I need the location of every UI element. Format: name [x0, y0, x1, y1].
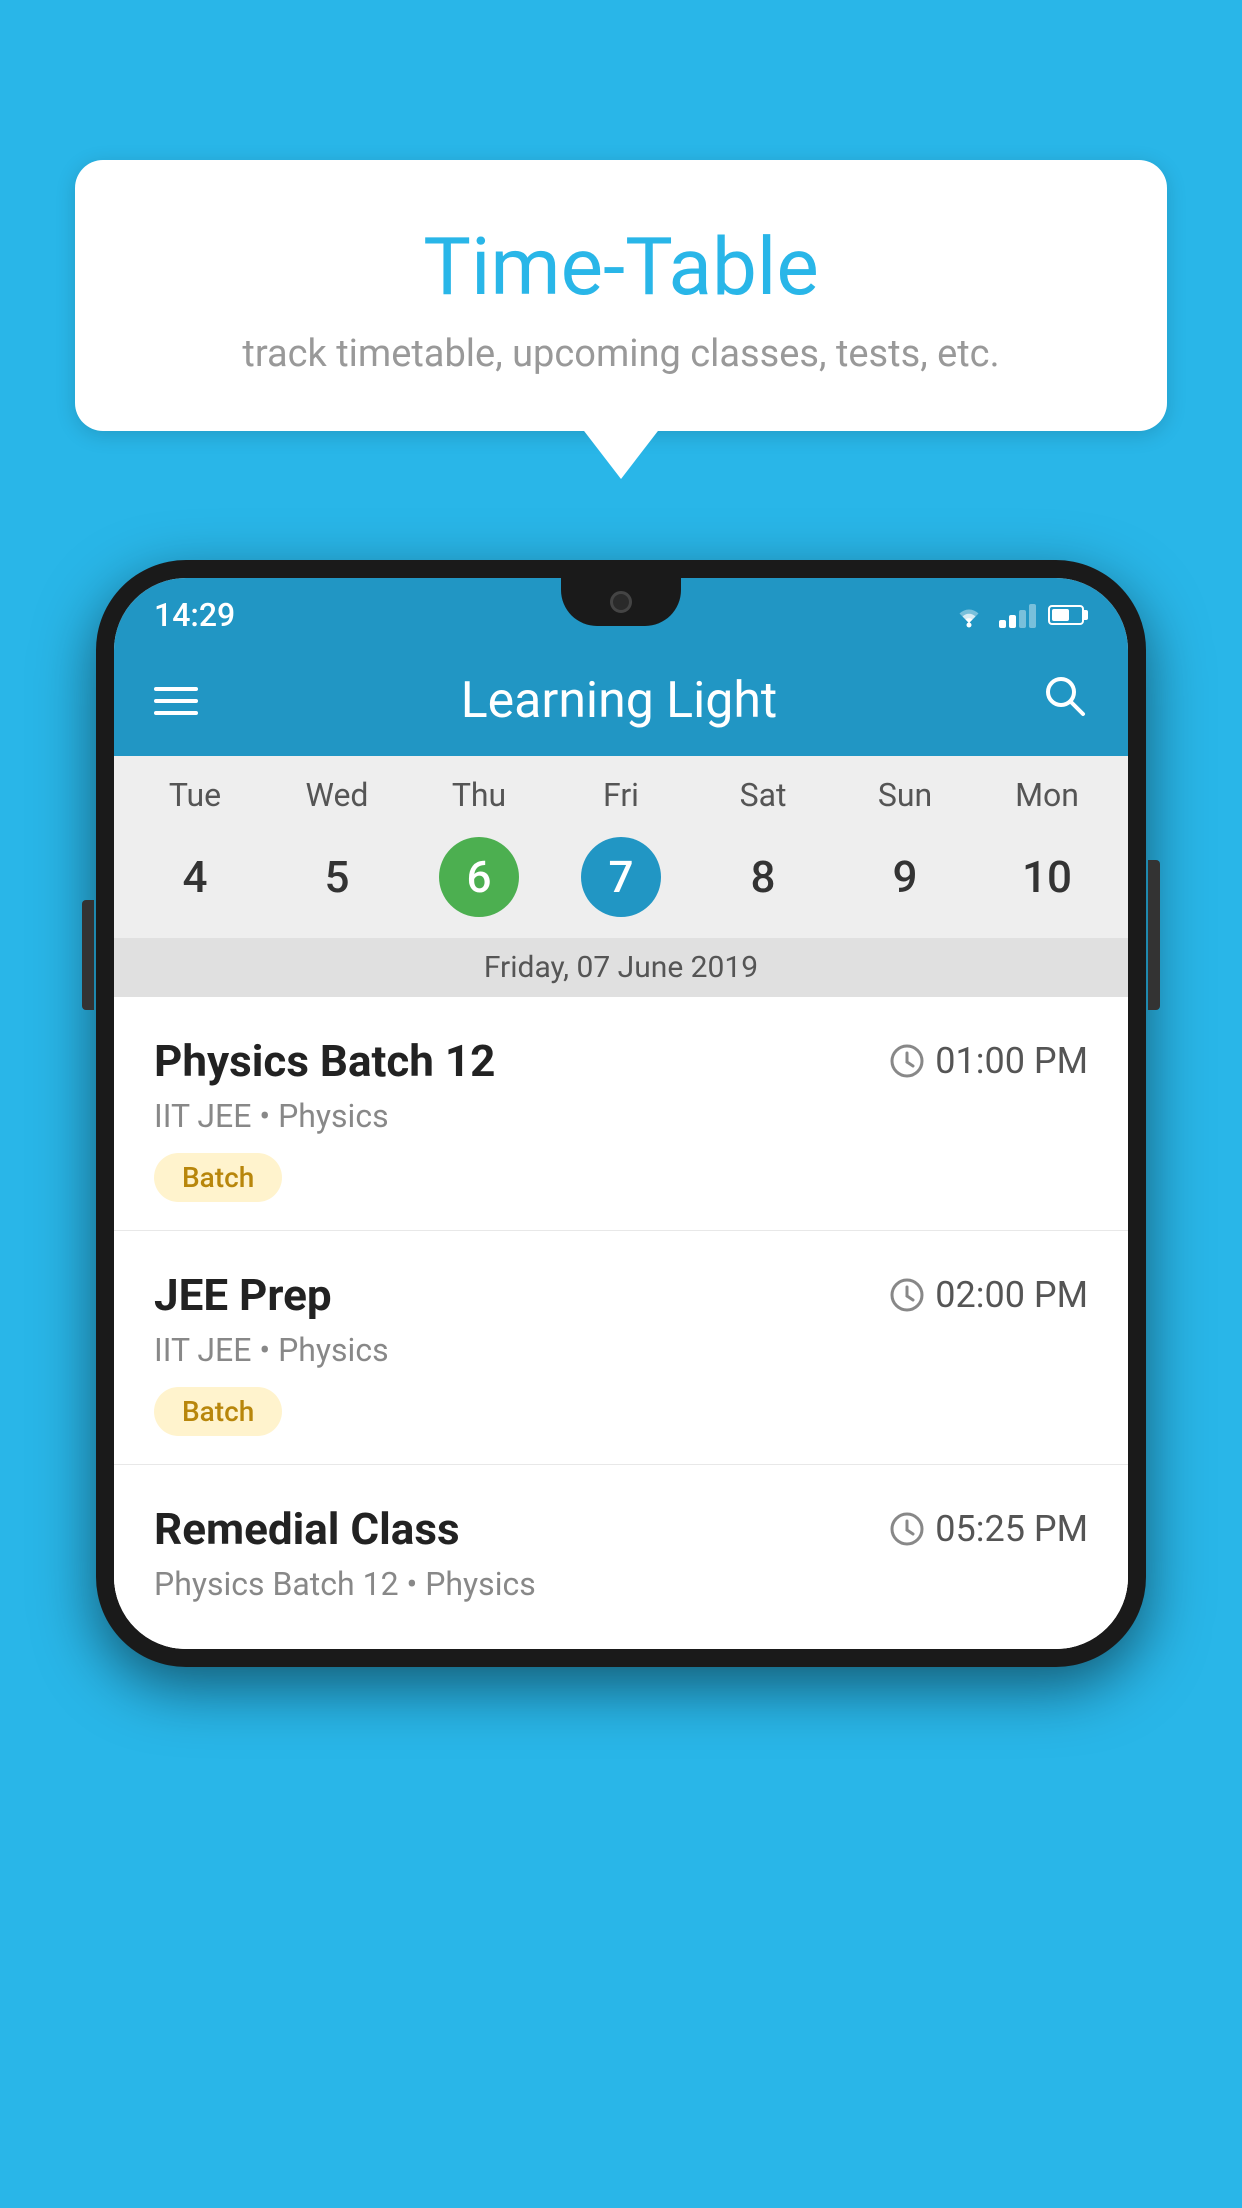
- day-label-wed: Wed: [266, 776, 408, 814]
- speech-bubble: Time-Table track timetable, upcoming cla…: [75, 160, 1167, 431]
- wifi-icon: [951, 601, 987, 629]
- battery-icon: [1048, 605, 1088, 625]
- day-label-mon: Mon: [976, 776, 1118, 814]
- date-cell-4[interactable]: 4: [124, 832, 266, 922]
- class-item-header-3: Remedial Class 05:25 PM: [154, 1503, 1088, 1555]
- date-cell-6[interactable]: 6: [408, 832, 550, 922]
- class-item-header-1: Physics Batch 12 01:00 PM: [154, 1035, 1088, 1087]
- day-label-fri: Fri: [550, 776, 692, 814]
- class-meta-1: IIT JEE • Physics: [154, 1097, 1088, 1135]
- app-title: Learning Light: [461, 672, 778, 730]
- class-item-physics-batch-12[interactable]: Physics Batch 12 01:00 PM IIT JEE • Phys…: [114, 997, 1128, 1231]
- app-bar: Learning Light: [114, 646, 1128, 756]
- batch-badge-2: Batch: [154, 1387, 282, 1436]
- status-time: 14:29: [154, 591, 235, 634]
- class-name-2: JEE Prep: [154, 1269, 332, 1321]
- class-name-1: Physics Batch 12: [154, 1035, 495, 1087]
- class-item-remedial[interactable]: Remedial Class 05:25 PM Physics Batch 12…: [114, 1465, 1128, 1649]
- signal-icon: [999, 602, 1036, 628]
- clock-icon-2: [889, 1277, 925, 1313]
- search-icon[interactable]: [1040, 671, 1088, 731]
- calendar-dates: 4 5 6 7 8 9: [114, 824, 1128, 938]
- date-number-6-today: 6: [439, 837, 519, 917]
- class-time-2: 02:00 PM: [889, 1274, 1088, 1316]
- hamburger-menu-icon[interactable]: [154, 687, 198, 715]
- time-text-3: 05:25 PM: [935, 1508, 1088, 1550]
- date-number-9: 9: [865, 837, 945, 917]
- class-list: Physics Batch 12 01:00 PM IIT JEE • Phys…: [114, 997, 1128, 1649]
- clock-icon-3: [889, 1511, 925, 1547]
- class-item-header-2: JEE Prep 02:00 PM: [154, 1269, 1088, 1321]
- date-cell-10[interactable]: 10: [976, 832, 1118, 922]
- date-cell-5[interactable]: 5: [266, 832, 408, 922]
- date-cell-7[interactable]: 7: [550, 832, 692, 922]
- day-label-thu: Thu: [408, 776, 550, 814]
- bubble-title: Time-Table: [125, 220, 1117, 314]
- class-name-3: Remedial Class: [154, 1503, 460, 1555]
- date-cell-9[interactable]: 9: [834, 832, 976, 922]
- time-text-1: 01:00 PM: [935, 1040, 1088, 1082]
- clock-icon-1: [889, 1043, 925, 1079]
- date-number-4: 4: [155, 837, 235, 917]
- calendar-days-header: Tue Wed Thu Fri Sat Sun Mon: [114, 756, 1128, 824]
- date-number-8: 8: [723, 837, 803, 917]
- phone-screen: 14:29: [114, 578, 1128, 1649]
- speech-bubble-container: Time-Table track timetable, upcoming cla…: [75, 160, 1167, 431]
- date-number-10: 10: [1007, 837, 1087, 917]
- phone-notch: [561, 578, 681, 626]
- day-label-sat: Sat: [692, 776, 834, 814]
- selected-date-label: Friday, 07 June 2019: [114, 938, 1128, 997]
- date-number-5: 5: [297, 837, 377, 917]
- bubble-subtitle: track timetable, upcoming classes, tests…: [125, 332, 1117, 376]
- class-time-1: 01:00 PM: [889, 1040, 1088, 1082]
- front-camera: [610, 591, 632, 613]
- phone-outer: 14:29: [96, 560, 1146, 1667]
- phone-mockup: 14:29: [96, 560, 1146, 1667]
- status-icons: [951, 596, 1088, 629]
- class-time-3: 05:25 PM: [889, 1508, 1088, 1550]
- calendar-section: Tue Wed Thu Fri Sat Sun Mon 4 5: [114, 756, 1128, 997]
- class-meta-3: Physics Batch 12 • Physics: [154, 1565, 1088, 1603]
- day-label-sun: Sun: [834, 776, 976, 814]
- date-cell-8[interactable]: 8: [692, 832, 834, 922]
- batch-badge-1: Batch: [154, 1153, 282, 1202]
- class-meta-2: IIT JEE • Physics: [154, 1331, 1088, 1369]
- time-text-2: 02:00 PM: [935, 1274, 1088, 1316]
- date-number-7-selected: 7: [581, 837, 661, 917]
- class-item-jee-prep[interactable]: JEE Prep 02:00 PM IIT JEE • Physics Batc…: [114, 1231, 1128, 1465]
- day-label-tue: Tue: [124, 776, 266, 814]
